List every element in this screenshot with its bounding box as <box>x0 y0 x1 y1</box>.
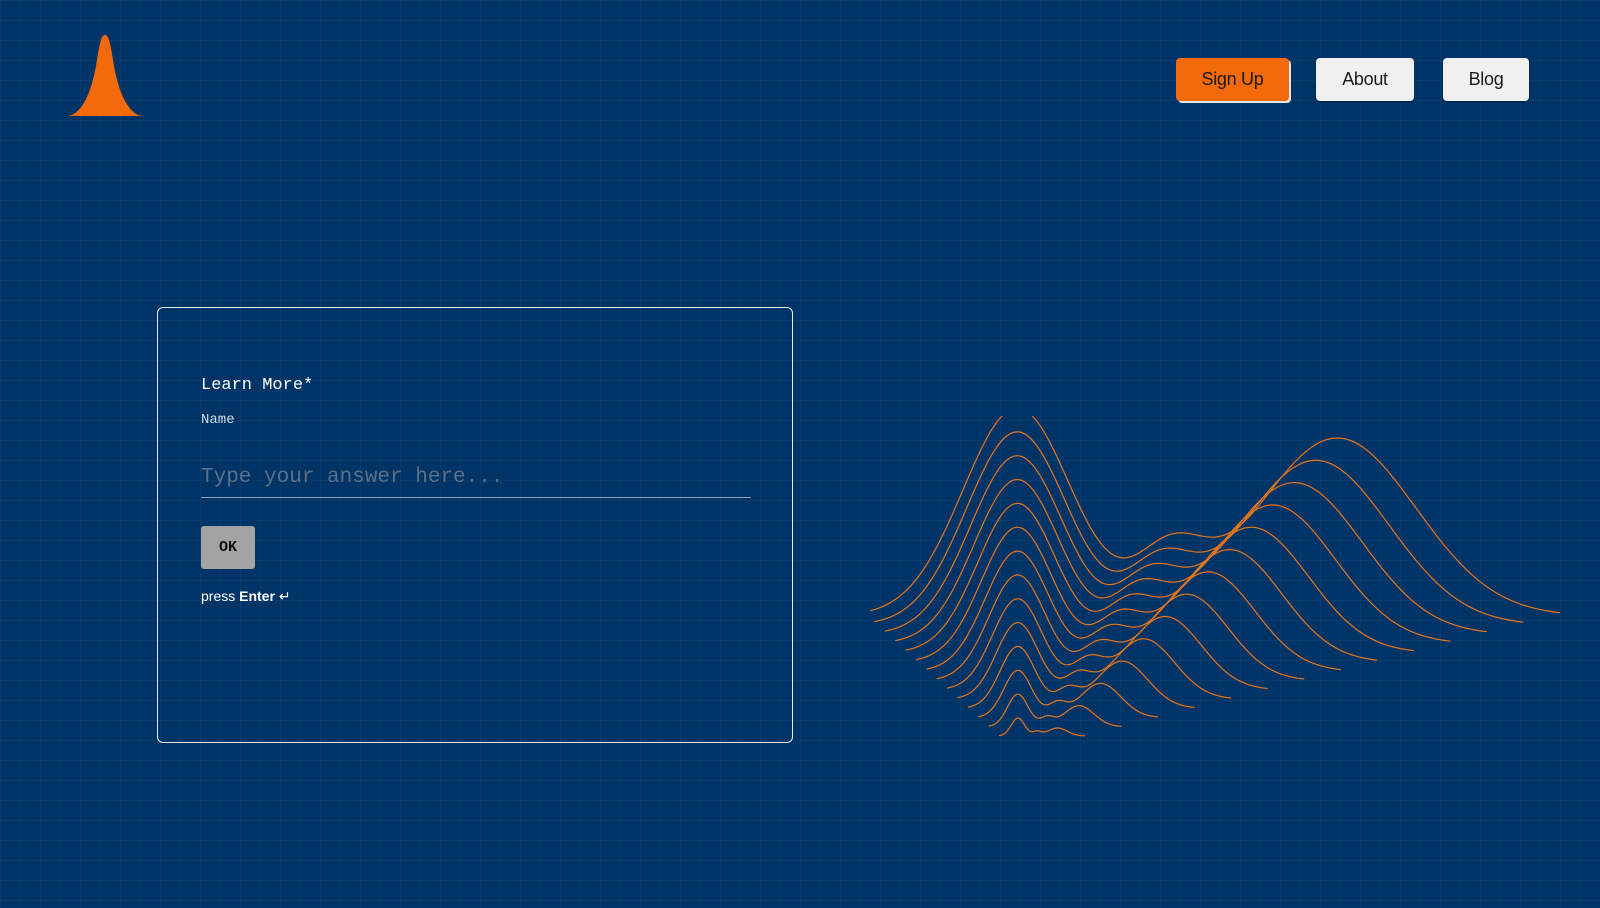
ok-button[interactable]: OK <box>201 526 255 569</box>
answer-input[interactable] <box>201 458 751 498</box>
question-title: Learn More* <box>201 376 314 395</box>
hint-prefix: press <box>201 588 236 604</box>
wave-ridge-line <box>870 416 1560 614</box>
keyboard-hint: press Enter ↵ <box>201 588 291 605</box>
wave-ridges-illustration <box>870 416 1560 737</box>
wave-ridge-line <box>957 622 1232 699</box>
enter-key-icon: ↵ <box>278 588 291 604</box>
question-subtitle: Name <box>201 412 235 428</box>
wave-ridge-line <box>988 693 1122 727</box>
wave-ridge-line <box>946 598 1268 690</box>
wave-ridge-line <box>998 717 1086 737</box>
blog-button[interactable]: Blog <box>1443 58 1529 101</box>
about-button[interactable]: About <box>1316 58 1414 101</box>
top-nav: Sign Up About Blog <box>0 58 1600 102</box>
wave-ridge-line <box>967 645 1195 708</box>
hint-key: Enter <box>239 588 275 604</box>
sign-up-button[interactable]: Sign Up <box>1176 58 1289 101</box>
wave-lines <box>870 416 1560 737</box>
wave-ridge-line <box>874 431 1524 623</box>
learn-more-form-card: Learn More* Name OK press Enter ↵ <box>157 307 793 743</box>
